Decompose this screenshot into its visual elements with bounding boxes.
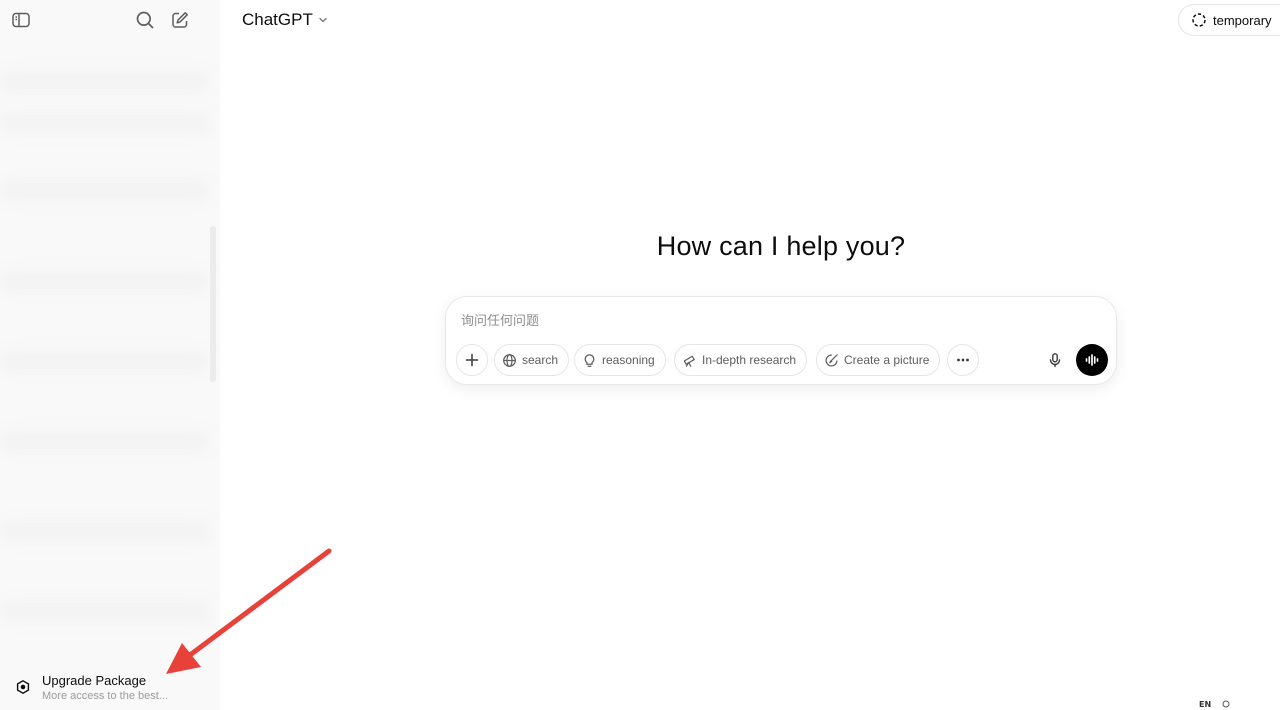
plus-icon <box>465 353 479 367</box>
edit-icon <box>172 12 188 28</box>
input-method-indicator[interactable]: EN <box>1199 700 1211 709</box>
chevron-down-icon <box>319 17 327 23</box>
toggle-sidebar-button[interactable] <box>6 5 36 35</box>
create-picture-tool-label: Create a picture <box>844 353 930 367</box>
chat-history-blurred <box>0 430 210 452</box>
chat-history-blurred <box>0 112 210 134</box>
chat-history-blurred <box>0 180 210 202</box>
create-picture-tool-button[interactable]: Create a picture <box>816 344 941 376</box>
more-tools-button[interactable] <box>947 344 979 376</box>
microphone-icon <box>1049 353 1061 368</box>
search-tool-button[interactable]: search <box>494 344 570 376</box>
temporary-chat-icon <box>1192 13 1206 27</box>
model-selector[interactable]: ChatGPT <box>236 6 335 34</box>
upgrade-title: Upgrade Package <box>42 673 147 688</box>
page-title: How can I help you? <box>656 231 906 261</box>
prompt-input[interactable] <box>461 309 1101 333</box>
chat-history-blurred <box>0 600 210 622</box>
chat-history-blurred <box>0 70 210 92</box>
temporary-chat-button[interactable]: temporary <box>1178 4 1280 36</box>
upgrade-subtitle: More access to the best... <box>42 690 168 702</box>
search-tool-label: search <box>522 353 559 367</box>
more-horizontal-icon <box>957 358 969 362</box>
model-label: ChatGPT <box>242 10 313 29</box>
sidebar-toggle-icon <box>12 12 30 28</box>
upgrade-package-button[interactable]: Upgrade Package More access to the best.… <box>6 668 214 706</box>
sidebar-scrollbar[interactable] <box>210 226 216 382</box>
telescope-icon <box>683 355 695 367</box>
chat-history-blurred <box>0 270 210 292</box>
search-chats-button[interactable] <box>130 5 160 35</box>
app-window: Upgrade Package More access to the best.… <box>0 0 1280 710</box>
upgrade-icon <box>16 679 30 695</box>
prompt-composer: search reasoning In-depth research <box>445 296 1117 385</box>
sidebar-top-bar <box>0 0 220 40</box>
deep-research-tool-button[interactable]: In-depth research <box>674 344 808 376</box>
attach-button[interactable] <box>456 344 488 376</box>
chat-history-blurred <box>0 520 210 542</box>
chat-history-blurred <box>0 350 210 372</box>
reasoning-tool-button[interactable]: reasoning <box>574 344 666 376</box>
temporary-label: temporary <box>1213 12 1272 28</box>
deep-research-tool-label: In-depth research <box>702 353 797 367</box>
lightbulb-icon <box>584 353 595 367</box>
voice-waveform-icon <box>1085 354 1099 366</box>
new-chat-button[interactable] <box>165 5 195 35</box>
globe-icon <box>503 353 516 367</box>
dictate-button[interactable] <box>1039 344 1071 376</box>
sidebar: Upgrade Package More access to the best.… <box>0 0 220 710</box>
tray-icon <box>1222 700 1230 708</box>
search-icon <box>136 11 154 29</box>
image-brush-icon <box>825 353 838 367</box>
reasoning-tool-label: reasoning <box>602 353 655 367</box>
voice-mode-button[interactable] <box>1076 344 1108 376</box>
